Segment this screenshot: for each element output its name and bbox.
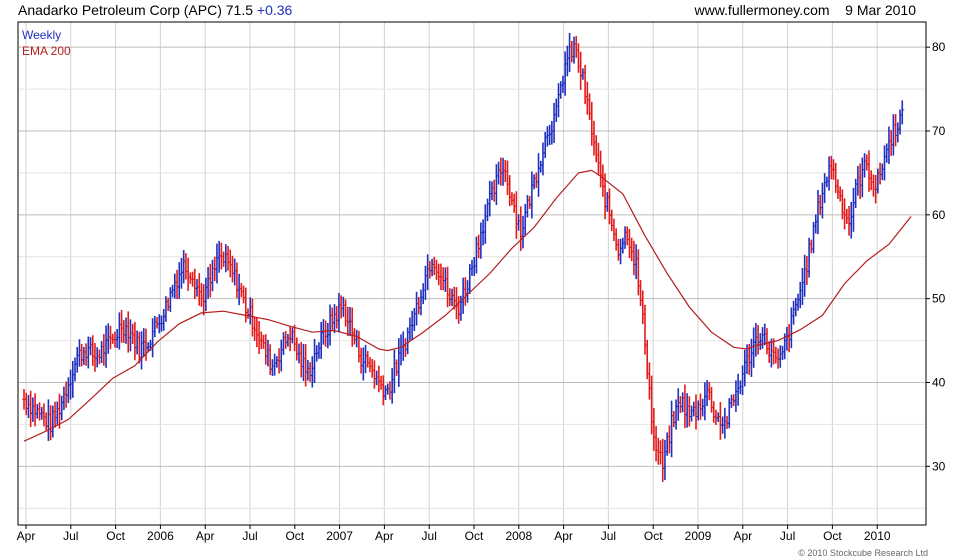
- x-tick-label: Jul: [242, 529, 257, 543]
- x-tick-label: Apr: [375, 529, 394, 543]
- x-tick-label: Jul: [63, 529, 78, 543]
- x-tick-label: 2008: [505, 529, 532, 543]
- legend-weekly: Weekly: [22, 28, 62, 42]
- x-tick-label: Apr: [733, 529, 752, 543]
- x-tick-label: Apr: [554, 529, 573, 543]
- legend-ema: EMA 200: [22, 44, 71, 58]
- x-tick-label: Jul: [601, 529, 616, 543]
- x-tick-label: Oct: [823, 529, 842, 543]
- y-tick-label: 30: [932, 459, 946, 473]
- x-tick-label: Jul: [422, 529, 437, 543]
- x-tick-label: Jul: [780, 529, 795, 543]
- x-tick-label: Oct: [644, 529, 663, 543]
- price-chart: Apr Jul Oct 2006 Apr Jul Oct 2007 Apr Jul Oct 2008 A…: [17, 21, 946, 543]
- x-tick-label: Apr: [196, 529, 215, 543]
- y-tick-label: 60: [932, 208, 946, 222]
- x-tick-label: 2006: [147, 529, 174, 543]
- y-tick-label: 80: [932, 40, 946, 54]
- x-tick-label: Oct: [285, 529, 304, 543]
- y-tick-label: 40: [932, 375, 946, 389]
- copyright: © 2010 Stockcube Research Ltd: [798, 548, 928, 558]
- x-tick-label: 2007: [326, 529, 353, 543]
- x-tick-label: 2010: [864, 529, 891, 543]
- x-tick-label: Oct: [465, 529, 484, 543]
- ema-200-line: [23, 169, 912, 442]
- x-tick-label: Oct: [106, 529, 125, 543]
- x-tick-label: 2009: [685, 529, 712, 543]
- x-tick-label: Apr: [17, 529, 36, 543]
- y-tick-label: 70: [932, 124, 946, 138]
- y-tick-label: 50: [932, 292, 946, 306]
